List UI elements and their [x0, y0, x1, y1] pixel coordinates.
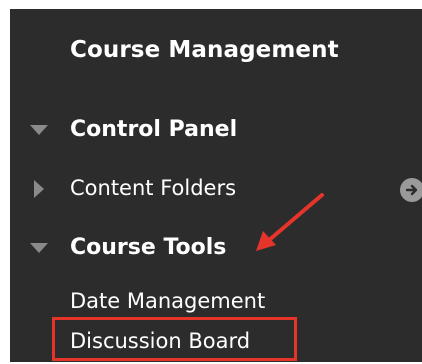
control-panel-label: Control Panel — [70, 117, 238, 142]
triangle-right-icon[interactable] — [34, 180, 44, 198]
triangle-down-icon[interactable] — [30, 243, 48, 253]
sidebar-item-content-folders[interactable]: Content Folders — [10, 172, 422, 212]
course-management-panel: Course Management Control Panel Content … — [10, 9, 422, 362]
highlight-box — [52, 317, 297, 361]
sidebar-item-course-tools[interactable]: Course Tools — [10, 231, 422, 271]
course-tools-label: Course Tools — [70, 235, 227, 260]
course-management-title: Course Management — [70, 37, 339, 63]
date-management-label: Date Management — [70, 289, 266, 313]
sidebar-item-control-panel[interactable]: Control Panel — [10, 113, 422, 153]
circle-arrow-right-icon[interactable] — [400, 178, 422, 202]
content-folders-label: Content Folders — [70, 176, 237, 200]
triangle-down-icon[interactable] — [30, 125, 48, 135]
